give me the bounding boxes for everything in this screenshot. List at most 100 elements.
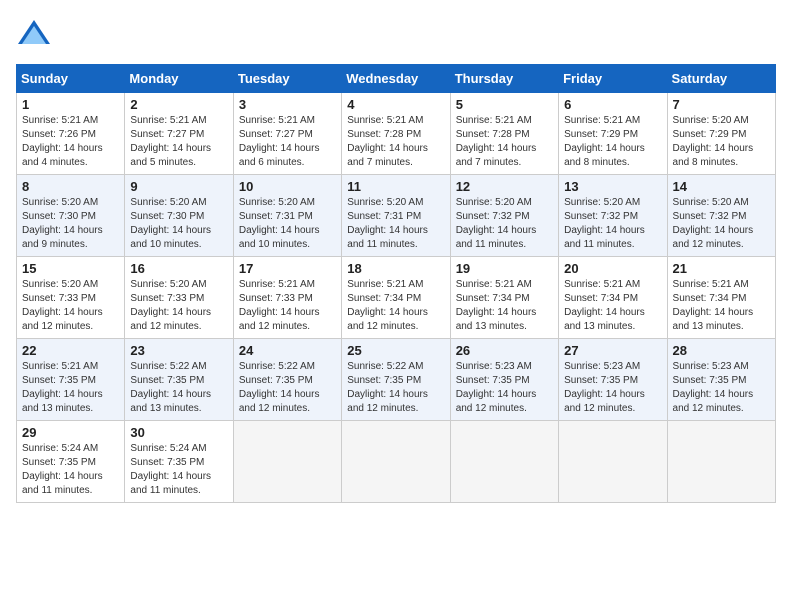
day-detail: Sunrise: 5:21 AMSunset: 7:34 PMDaylight:… (673, 278, 770, 334)
calendar-cell: 15 Sunrise: 5:20 AMSunset: 7:33 PMDayligh… (17, 257, 125, 339)
day-number: 18 (347, 261, 444, 276)
header-thursday: Thursday (450, 65, 558, 93)
calendar-week-row: 29Sunrise: 5:24 AMSunset: 7:35 PMDayligh… (17, 421, 776, 503)
calendar-cell: 16 Sunrise: 5:20 AMSunset: 7:33 PMDayligh… (125, 257, 233, 339)
day-detail: Sunrise: 5:21 AMSunset: 7:33 PMDaylight:… (239, 278, 336, 334)
day-number: 25 (347, 343, 444, 358)
calendar-cell: 14 Sunrise: 5:20 AMSunset: 7:32 PMDayligh… (667, 175, 775, 257)
day-number: 11 (347, 179, 444, 194)
day-number: 20 (564, 261, 661, 276)
day-number: 24 (239, 343, 336, 358)
calendar-cell (342, 421, 450, 503)
calendar-cell: 1 Sunrise: 5:21 AMSunset: 7:26 PMDaylight… (17, 93, 125, 175)
day-detail: Sunrise: 5:22 AMSunset: 7:35 PMDaylight:… (130, 360, 227, 416)
calendar-cell: 4 Sunrise: 5:21 AMSunset: 7:28 PMDaylight… (342, 93, 450, 175)
calendar-cell: 12 Sunrise: 5:20 AMSunset: 7:32 PMDayligh… (450, 175, 558, 257)
logo (16, 16, 56, 52)
calendar-table: SundayMondayTuesdayWednesdayThursdayFrid… (16, 64, 776, 503)
day-detail: Sunrise: 5:23 AMSunset: 7:35 PMDaylight:… (564, 360, 661, 416)
header-friday: Friday (559, 65, 667, 93)
calendar-header-row: SundayMondayTuesdayWednesdayThursdayFrid… (17, 65, 776, 93)
day-detail: Sunrise: 5:23 AMSunset: 7:35 PMDaylight:… (456, 360, 553, 416)
calendar-cell: 11 Sunrise: 5:20 AMSunset: 7:31 PMDayligh… (342, 175, 450, 257)
day-number: 7 (673, 97, 770, 112)
calendar-cell: 26 Sunrise: 5:23 AMSunset: 7:35 PMDayligh… (450, 339, 558, 421)
day-detail: Sunrise: 5:21 AMSunset: 7:26 PMDaylight:… (22, 114, 119, 170)
day-number: 12 (456, 179, 553, 194)
day-number: 15 (22, 261, 119, 276)
day-number: 6 (564, 97, 661, 112)
calendar-cell: 29Sunrise: 5:24 AMSunset: 7:35 PMDayligh… (17, 421, 125, 503)
day-detail: Sunrise: 5:20 AMSunset: 7:29 PMDaylight:… (673, 114, 770, 170)
day-number: 28 (673, 343, 770, 358)
day-detail: Sunrise: 5:21 AMSunset: 7:29 PMDaylight:… (564, 114, 661, 170)
calendar-cell: 25 Sunrise: 5:22 AMSunset: 7:35 PMDayligh… (342, 339, 450, 421)
header-sunday: Sunday (17, 65, 125, 93)
day-number: 10 (239, 179, 336, 194)
day-number: 4 (347, 97, 444, 112)
day-detail: Sunrise: 5:21 AMSunset: 7:27 PMDaylight:… (130, 114, 227, 170)
day-detail: Sunrise: 5:20 AMSunset: 7:31 PMDaylight:… (347, 196, 444, 252)
day-number: 16 (130, 261, 227, 276)
day-detail: Sunrise: 5:21 AMSunset: 7:28 PMDaylight:… (347, 114, 444, 170)
calendar-week-row: 1 Sunrise: 5:21 AMSunset: 7:26 PMDaylight… (17, 93, 776, 175)
day-detail: Sunrise: 5:20 AMSunset: 7:30 PMDaylight:… (130, 196, 227, 252)
header-wednesday: Wednesday (342, 65, 450, 93)
calendar-cell: 23 Sunrise: 5:22 AMSunset: 7:35 PMDayligh… (125, 339, 233, 421)
calendar-cell: 6 Sunrise: 5:21 AMSunset: 7:29 PMDaylight… (559, 93, 667, 175)
day-detail: Sunrise: 5:21 AMSunset: 7:34 PMDaylight:… (347, 278, 444, 334)
day-detail: Sunrise: 5:21 AMSunset: 7:28 PMDaylight:… (456, 114, 553, 170)
calendar-cell: 28 Sunrise: 5:23 AMSunset: 7:35 PMDayligh… (667, 339, 775, 421)
calendar-cell: 19 Sunrise: 5:21 AMSunset: 7:34 PMDayligh… (450, 257, 558, 339)
day-number: 30 (130, 425, 227, 440)
day-number: 27 (564, 343, 661, 358)
calendar-cell (559, 421, 667, 503)
calendar-cell: 7 Sunrise: 5:20 AMSunset: 7:29 PMDaylight… (667, 93, 775, 175)
day-number: 9 (130, 179, 227, 194)
day-number: 14 (673, 179, 770, 194)
calendar-cell: 22Sunrise: 5:21 AMSunset: 7:35 PMDayligh… (17, 339, 125, 421)
calendar-cell: 24 Sunrise: 5:22 AMSunset: 7:35 PMDayligh… (233, 339, 341, 421)
day-number: 5 (456, 97, 553, 112)
calendar-cell: 20Sunrise: 5:21 AMSunset: 7:34 PMDayligh… (559, 257, 667, 339)
header-monday: Monday (125, 65, 233, 93)
day-detail: Sunrise: 5:20 AMSunset: 7:33 PMDaylight:… (130, 278, 227, 334)
calendar-week-row: 22Sunrise: 5:21 AMSunset: 7:35 PMDayligh… (17, 339, 776, 421)
calendar-cell: 17 Sunrise: 5:21 AMSunset: 7:33 PMDayligh… (233, 257, 341, 339)
day-number: 1 (22, 97, 119, 112)
calendar-cell: 13Sunrise: 5:20 AMSunset: 7:32 PMDayligh… (559, 175, 667, 257)
calendar-cell (233, 421, 341, 503)
day-detail: Sunrise: 5:22 AMSunset: 7:35 PMDaylight:… (347, 360, 444, 416)
day-number: 3 (239, 97, 336, 112)
calendar-cell (667, 421, 775, 503)
calendar-cell: 8Sunrise: 5:20 AMSunset: 7:30 PMDaylight… (17, 175, 125, 257)
day-detail: Sunrise: 5:21 AMSunset: 7:35 PMDaylight:… (22, 360, 119, 416)
day-detail: Sunrise: 5:20 AMSunset: 7:32 PMDaylight:… (673, 196, 770, 252)
calendar-cell: 18 Sunrise: 5:21 AMSunset: 7:34 PMDayligh… (342, 257, 450, 339)
day-detail: Sunrise: 5:21 AMSunset: 7:34 PMDaylight:… (456, 278, 553, 334)
day-detail: Sunrise: 5:23 AMSunset: 7:35 PMDaylight:… (673, 360, 770, 416)
day-number: 8 (22, 179, 119, 194)
day-number: 23 (130, 343, 227, 358)
day-detail: Sunrise: 5:20 AMSunset: 7:33 PMDaylight:… (22, 278, 119, 334)
day-number: 21 (673, 261, 770, 276)
day-detail: Sunrise: 5:20 AMSunset: 7:31 PMDaylight:… (239, 196, 336, 252)
calendar-cell: 9 Sunrise: 5:20 AMSunset: 7:30 PMDaylight… (125, 175, 233, 257)
calendar-cell: 27 Sunrise: 5:23 AMSunset: 7:35 PMDayligh… (559, 339, 667, 421)
calendar-cell (450, 421, 558, 503)
day-number: 26 (456, 343, 553, 358)
day-number: 13 (564, 179, 661, 194)
day-detail: Sunrise: 5:21 AMSunset: 7:27 PMDaylight:… (239, 114, 336, 170)
day-detail: Sunrise: 5:24 AMSunset: 7:35 PMDaylight:… (130, 442, 227, 498)
calendar-week-row: 8 Sunrise: 5:20 AMSunset: 7:30 PMDaylight… (17, 175, 776, 257)
day-detail: Sunrise: 5:22 AMSunset: 7:35 PMDaylight:… (239, 360, 336, 416)
calendar-cell: 30 Sunrise: 5:24 AMSunset: 7:35 PMDayligh… (125, 421, 233, 503)
calendar-cell: 5 Sunrise: 5:21 AMSunset: 7:28 PMDaylight… (450, 93, 558, 175)
calendar-cell: 3 Sunrise: 5:21 AMSunset: 7:27 PMDaylight… (233, 93, 341, 175)
day-detail: Sunrise: 5:24 AMSunset: 7:35 PMDaylight:… (22, 442, 119, 498)
day-number: 19 (456, 261, 553, 276)
day-detail: Sunrise: 5:20 AMSunset: 7:32 PMDaylight:… (456, 196, 553, 252)
logo-icon (16, 16, 52, 52)
calendar-week-row: 15 Sunrise: 5:20 AMSunset: 7:33 PMDayligh… (17, 257, 776, 339)
day-number: 17 (239, 261, 336, 276)
